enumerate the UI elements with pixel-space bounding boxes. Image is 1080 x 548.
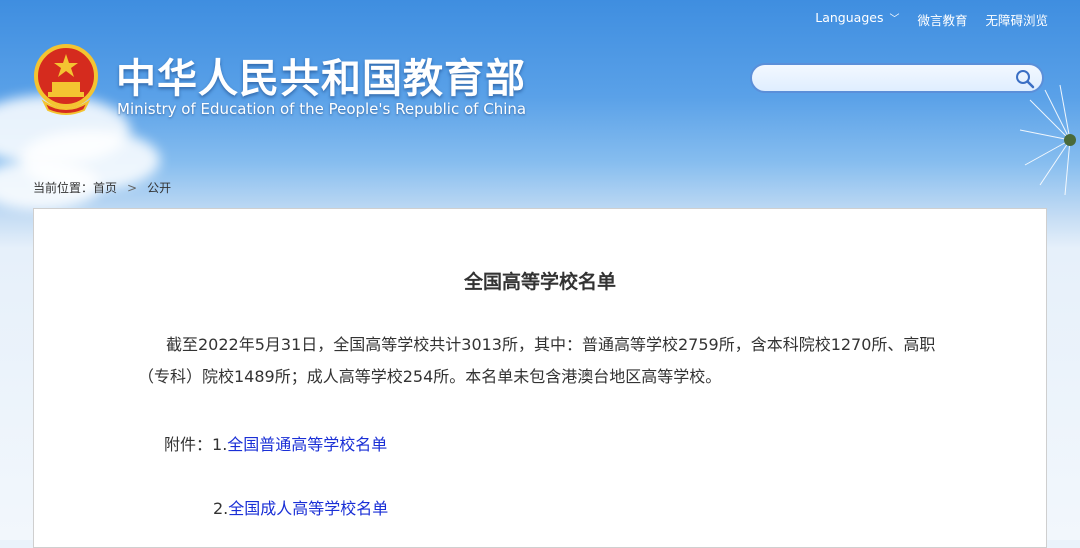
- languages-menu[interactable]: Languages ﹀: [815, 10, 899, 29]
- attachment-1-number: 1.: [212, 435, 228, 454]
- attachment-item-2: 2.全国成人高等学校名单: [213, 495, 388, 519]
- top-nav: Languages ﹀ 微言教育 无障碍浏览: [815, 10, 1048, 29]
- breadcrumb-separator: >: [127, 181, 138, 195]
- search-input[interactable]: [764, 69, 1018, 89]
- wechat-link[interactable]: 微言教育: [917, 10, 967, 29]
- national-emblem-icon: [34, 44, 98, 115]
- site-title[interactable]: 中华人民共和国教育部: [116, 46, 526, 104]
- site-subtitle: Ministry of Education of the People's Re…: [117, 100, 527, 118]
- breadcrumb-current[interactable]: 公开: [147, 181, 171, 195]
- accessible-browse-link[interactable]: 无障碍浏览: [985, 10, 1048, 29]
- article-title: 全国高等学校名单: [463, 271, 616, 293]
- attachment-1-link[interactable]: 全国普通高等学校名单: [227, 435, 387, 454]
- attachment-2-number: 2.: [213, 499, 229, 518]
- attachment-item-1: 附件：1.全国普通高等学校名单: [164, 431, 387, 455]
- attachment-2-link[interactable]: 全国成人高等学校名单: [228, 499, 388, 518]
- breadcrumb: 当前位置：首页 > 公开: [33, 179, 171, 196]
- dandelion-decoration-icon: [1019, 84, 1076, 196]
- attachments-label: 附件：: [164, 435, 213, 454]
- breadcrumb-label: 当前位置：: [33, 181, 94, 195]
- article-paragraph: 截至2022年5月31日，全国高等学校共计3013所，其中：普通高等学校2759…: [138, 329, 958, 393]
- languages-label: Languages: [815, 10, 884, 25]
- chevron-down-icon: ﹀: [889, 14, 900, 25]
- article-panel: 全国高等学校名单 截至2022年5月31日，全国高等学校共计3013所，其中：普…: [33, 208, 1047, 548]
- article-paragraph-text: 截至2022年5月31日，全国高等学校共计3013所，其中：普通高等学校2759…: [138, 335, 936, 386]
- breadcrumb-home[interactable]: 首页: [93, 181, 117, 195]
